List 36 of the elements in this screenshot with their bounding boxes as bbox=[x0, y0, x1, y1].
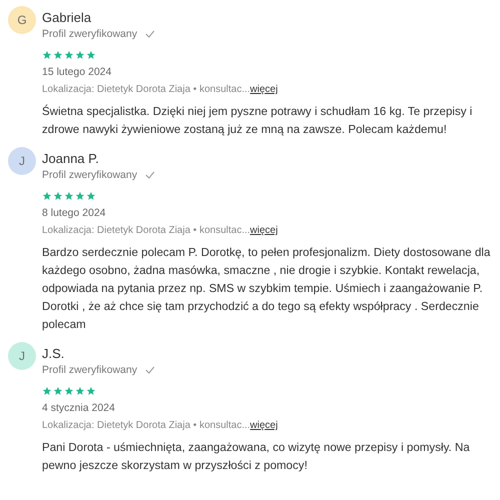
star-icon bbox=[64, 191, 74, 201]
review-text: Bardzo serdecznie polecam P. Dorotkę, to pełen profesjonalizm. Diety dostosowane dla każdego osobno, żadna masówka, smaczne , nie drogie i szybkie. Kontakt rewelacja, odpowiada na pytania przez np. SMS w szybkim tempie. Uśmiech i zaangażowanie P. Dorotki , że aż chce się tam przychodzić a do tego są efekty współpracy . Serdecznie polecam bbox=[42, 245, 492, 333]
star-icon bbox=[86, 50, 96, 60]
review-text: Świetna specjalistka. Dzięki niej jem pyszne potrawy i schudłam 16 kg. Te przepisy i zdrowe nawyki żywieniowe zostaną już ze mną na zawsze. Polecam każdemu! bbox=[42, 104, 474, 138]
star-icon bbox=[86, 191, 96, 201]
more-link[interactable]: więcej bbox=[250, 225, 278, 236]
review-date: 8 lutego 2024 bbox=[42, 207, 107, 219]
star-icon bbox=[42, 386, 52, 396]
reviewer-name: Gabriela bbox=[42, 10, 92, 26]
review-date: 15 lutego 2024 bbox=[42, 66, 112, 78]
star-icon bbox=[53, 50, 63, 60]
star-icon bbox=[75, 191, 85, 201]
star-icon bbox=[75, 386, 85, 396]
star-icon bbox=[53, 191, 63, 201]
star-icon bbox=[53, 386, 63, 396]
location-text: Lokalizacja: Dietetyk Dorota Ziaja • konsultac... bbox=[42, 84, 250, 95]
star-icon bbox=[64, 50, 74, 60]
reviewer-name: J.S. bbox=[42, 346, 66, 362]
star-icon bbox=[86, 386, 96, 396]
avatar: G bbox=[8, 6, 36, 34]
location-text: Lokalizacja: Dietetyk Dorota Ziaja • konsultac... bbox=[42, 420, 250, 431]
avatar: J bbox=[8, 342, 36, 370]
star-icon bbox=[42, 50, 52, 60]
location-text: Lokalizacja: Dietetyk Dorota Ziaja • konsultac... bbox=[42, 225, 250, 236]
more-link[interactable]: więcej bbox=[250, 84, 278, 95]
verified-label: Profil zweryfikowany bbox=[42, 169, 138, 181]
star-icon bbox=[75, 50, 85, 60]
more-link[interactable]: więcej bbox=[250, 420, 278, 431]
avatar: J bbox=[8, 147, 36, 175]
verified-label: Profil zweryfikowany bbox=[42, 28, 138, 40]
review-date: 4 stycznia 2024 bbox=[42, 402, 116, 414]
reviewer-name: Joanna P. bbox=[42, 151, 100, 167]
star-icon bbox=[42, 191, 52, 201]
star-icon bbox=[64, 386, 74, 396]
review-text: Pani Dorota - uśmiechnięta, zaangażowana, co wizytę nowe przepisy i pomysły. Na pewno jeszcze skorzystam w przyszłości z pomocy! bbox=[42, 440, 471, 474]
verified-label: Profil zweryfikowany bbox=[42, 364, 138, 376]
